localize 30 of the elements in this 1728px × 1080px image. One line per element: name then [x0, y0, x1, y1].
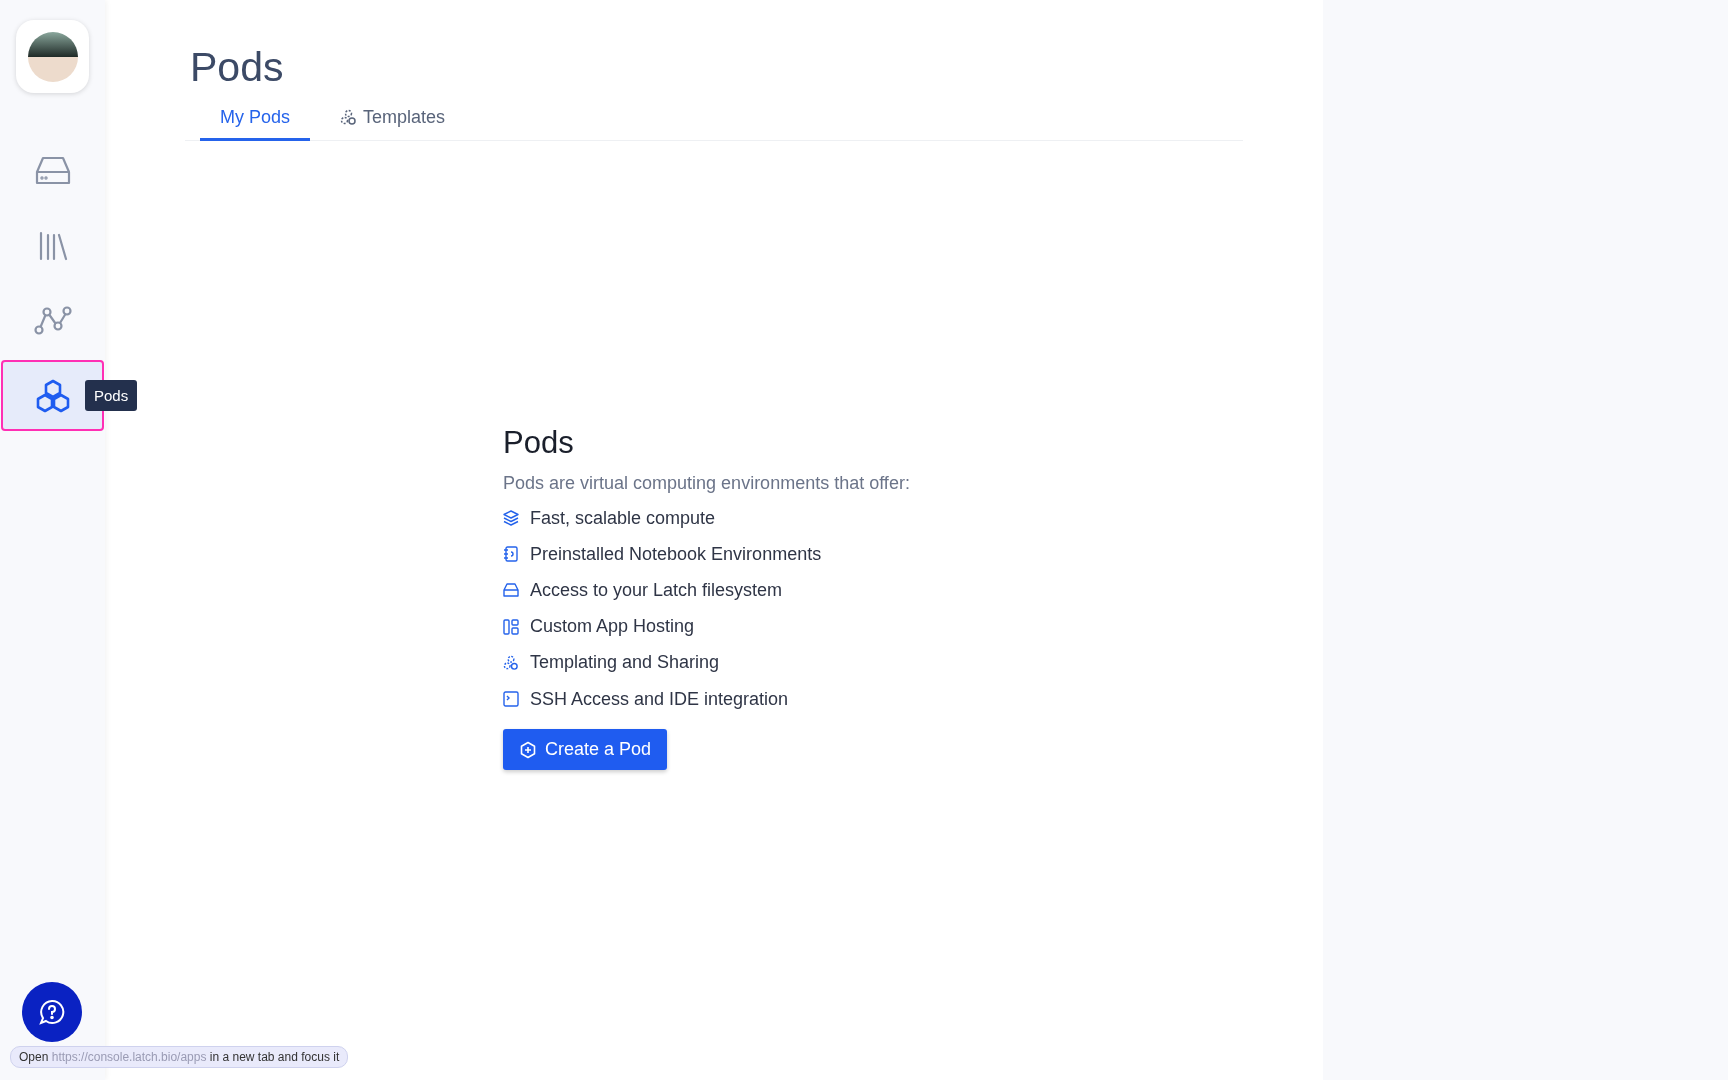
feature-text: Custom App Hosting — [530, 616, 695, 638]
section-heading: Pods — [503, 425, 575, 461]
tab[interactable]: Templates — [320, 101, 466, 141]
drive-icon — [503, 583, 519, 598]
notebook-icon — [503, 546, 519, 563]
layout-icon — [503, 618, 519, 635]
app-logo[interactable] — [16, 20, 89, 93]
create-pod-button[interactable]: Create a Pod — [503, 729, 668, 771]
page-title: Pods — [190, 44, 285, 91]
drive-icon — [34, 155, 71, 186]
plus-hexagon-icon — [519, 740, 537, 759]
template-icon — [503, 654, 519, 671]
tab[interactable]: My Pods — [200, 101, 311, 141]
feature-text: Templating and Sharing — [530, 652, 720, 674]
feature-text: Preinstalled Notebook Environments — [530, 543, 822, 565]
hexagons-icon — [34, 378, 71, 413]
logo-icon — [27, 31, 78, 82]
layers-icon — [503, 510, 519, 527]
graph-icon — [33, 305, 72, 336]
intro-text: Pods are virtual computing environments that offer: — [503, 473, 911, 494]
feature-text: SSH Access and IDE integration — [530, 688, 789, 710]
status-text: Open https://console.latch.bio/apps in a new tab and focus it — [19, 1050, 340, 1064]
library-icon — [37, 230, 68, 261]
help-icon — [39, 999, 65, 1025]
help-button[interactable] — [22, 982, 82, 1042]
template-icon — [340, 109, 358, 126]
terminal-icon — [503, 691, 519, 708]
tooltip: Pods — [85, 380, 138, 411]
feature-text: Fast, scalable compute — [530, 507, 716, 529]
feature-text: Access to your Latch filesystem — [530, 579, 783, 601]
